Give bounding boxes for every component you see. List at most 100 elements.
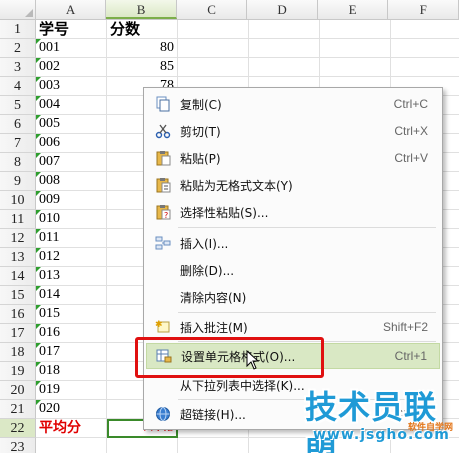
row-header-20[interactable]: 20 — [0, 381, 36, 400]
menu-item-paste-special[interactable]: ? 选择性粘贴(S)... — [146, 199, 440, 225]
menu-label: 选择性粘贴(S)... — [180, 205, 269, 220]
column-header-d[interactable]: D — [247, 0, 318, 19]
row-header-17[interactable]: 17 — [0, 324, 36, 343]
hyperlink-icon — [150, 404, 176, 424]
watermark-url: www.jsgho.com — [313, 427, 450, 443]
row-header-2[interactable]: 2 — [0, 39, 36, 58]
cell-b2[interactable]: 80 — [107, 39, 178, 58]
menu-item-clear-contents[interactable]: 清除内容(N) — [146, 284, 440, 310]
row-header-11[interactable]: 11 — [0, 210, 36, 229]
cell-e1[interactable] — [320, 20, 391, 39]
menu-shortcut: Ctrl+C — [393, 97, 428, 111]
cell-e2[interactable] — [320, 39, 391, 58]
cell-a21[interactable]: 020 — [36, 400, 107, 419]
row-header-21[interactable]: 21 — [0, 400, 36, 419]
cell-f1[interactable] — [391, 20, 459, 39]
menu-label: 粘贴(P) — [180, 151, 221, 166]
cell-a19[interactable]: 018 — [36, 362, 107, 381]
column-header-c[interactable]: C — [177, 0, 248, 19]
column-header-a[interactable]: A — [36, 0, 107, 19]
cell-a6[interactable]: 005 — [36, 115, 107, 134]
cell-d1[interactable] — [249, 20, 320, 39]
menu-label: 插入批注(M) — [180, 320, 248, 335]
cell-b3[interactable]: 85 — [107, 58, 178, 77]
menu-item-paste[interactable]: 粘贴(P) Ctrl+V — [146, 145, 440, 171]
cell-f2[interactable] — [391, 39, 459, 58]
menu-label: 插入(I)... — [180, 236, 229, 251]
comment-icon: ✱ — [150, 317, 176, 337]
table-row: 002 85 — [36, 58, 459, 77]
cell-a11[interactable]: 010 — [36, 210, 107, 229]
row-header-7[interactable]: 7 — [0, 134, 36, 153]
row-header-23[interactable]: 23 — [0, 438, 36, 453]
cell-a9[interactable]: 008 — [36, 172, 107, 191]
menu-item-cut[interactable]: 剪切(T) Ctrl+X — [146, 118, 440, 144]
cell-a15[interactable]: 014 — [36, 286, 107, 305]
menu-separator — [178, 227, 436, 228]
column-header-f[interactable]: F — [388, 0, 459, 19]
cell-a22[interactable]: 平均分 — [36, 419, 107, 438]
cell-d2[interactable] — [249, 39, 320, 58]
row-header-6[interactable]: 6 — [0, 115, 36, 134]
cell-a18[interactable]: 017 — [36, 343, 107, 362]
cell-e3[interactable] — [320, 58, 391, 77]
row-header-5[interactable]: 5 — [0, 96, 36, 115]
menu-item-paste-plain-text[interactable]: 粘贴为无格式文本(Y) — [146, 172, 440, 198]
cell-b1[interactable]: 分数 — [107, 20, 178, 39]
cell-a20[interactable]: 019 — [36, 381, 107, 400]
row-header-8[interactable]: 8 — [0, 153, 36, 172]
cell-d3[interactable] — [249, 58, 320, 77]
cell-a23[interactable] — [36, 438, 107, 453]
cell-a8[interactable]: 007 — [36, 153, 107, 172]
row-header-19[interactable]: 19 — [0, 362, 36, 381]
cell-c3[interactable] — [178, 58, 249, 77]
menu-label: 粘贴为无格式文本(Y) — [180, 178, 293, 193]
copy-icon — [150, 94, 176, 114]
cell-a5[interactable]: 004 — [36, 96, 107, 115]
row-header-9[interactable]: 9 — [0, 172, 36, 191]
svg-text:✱: ✱ — [155, 320, 163, 330]
cell-a12[interactable]: 011 — [36, 229, 107, 248]
watermark: 技术员联盟 软件自学网 www.jsgho.com — [305, 382, 459, 453]
cell-c1[interactable] — [178, 20, 249, 39]
menu-label: 删除(D)... — [180, 263, 235, 278]
cell-a4[interactable]: 003 — [36, 77, 107, 96]
cell-a13[interactable]: 012 — [36, 248, 107, 267]
row-header-15[interactable]: 15 — [0, 286, 36, 305]
row-header-22[interactable]: 22 — [0, 419, 36, 438]
column-header-b[interactable]: B — [106, 0, 177, 19]
row-header-3[interactable]: 3 — [0, 58, 36, 77]
cell-b23[interactable] — [107, 438, 178, 453]
column-header-e[interactable]: E — [318, 0, 389, 19]
context-menu: 复制(C) Ctrl+C 剪切(T) Ctrl+X 粘贴(P) Ctrl+V 粘… — [143, 87, 443, 430]
row-header-4[interactable]: 4 — [0, 77, 36, 96]
cell-a1[interactable]: 学号 — [36, 20, 107, 39]
cell-a2[interactable]: 001 — [36, 39, 107, 58]
row-header-18[interactable]: 18 — [0, 343, 36, 362]
annotation-highlight-box — [135, 337, 324, 378]
cell-f3[interactable] — [391, 58, 459, 77]
cell-a14[interactable]: 013 — [36, 267, 107, 286]
cell-a3[interactable]: 002 — [36, 58, 107, 77]
cell-a10[interactable]: 009 — [36, 191, 107, 210]
row-header-1[interactable]: 1 — [0, 20, 36, 39]
menu-item-insert[interactable]: 插入(I)... — [146, 230, 440, 256]
menu-item-delete[interactable]: 删除(D)... — [146, 257, 440, 283]
menu-separator — [178, 312, 436, 313]
cell-c2[interactable] — [178, 39, 249, 58]
row-header-13[interactable]: 13 — [0, 248, 36, 267]
select-all-corner[interactable] — [0, 0, 36, 19]
cell-a16[interactable]: 015 — [36, 305, 107, 324]
menu-label: 剪切(T) — [180, 124, 221, 139]
menu-item-copy[interactable]: 复制(C) Ctrl+C — [146, 91, 440, 117]
table-row: 学号 分数 — [36, 20, 459, 39]
cell-a17[interactable]: 016 — [36, 324, 107, 343]
row-header-10[interactable]: 10 — [0, 191, 36, 210]
row-header-14[interactable]: 14 — [0, 267, 36, 286]
cell-c23[interactable] — [178, 438, 249, 453]
insert-icon — [150, 233, 176, 253]
svg-text:?: ? — [164, 211, 168, 220]
row-header-16[interactable]: 16 — [0, 305, 36, 324]
row-header-12[interactable]: 12 — [0, 229, 36, 248]
cell-a7[interactable]: 006 — [36, 134, 107, 153]
